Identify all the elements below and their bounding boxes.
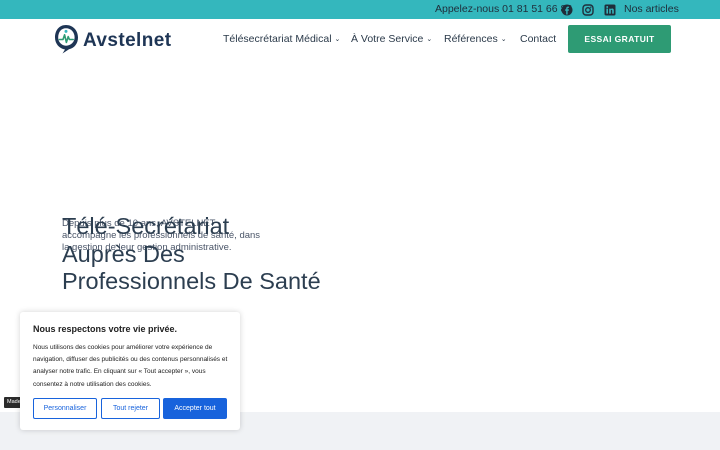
hero-title-line: Professionnels De Santé	[62, 268, 321, 294]
cookie-consent-banner: Nous respectons votre vie privée. Nous u…	[20, 312, 240, 430]
articles-link[interactable]: Nos articles	[624, 3, 679, 15]
reject-all-button[interactable]: Tout rejeter	[101, 398, 160, 419]
linkedin-icon[interactable]	[604, 3, 616, 16]
logo-text: Avstelnet	[83, 30, 172, 51]
logo[interactable]: Avstelnet	[52, 23, 182, 57]
nav-item-label: Télésecrétariat Médical	[223, 33, 332, 45]
site-header: Avstelnet Télésecrétariat Médical ⌄ À Vot…	[0, 19, 720, 60]
hero-title: Télé-Secrétariat Auprès Des Professionne…	[62, 213, 382, 296]
accept-all-button[interactable]: Accepter tout	[163, 398, 227, 419]
nav-item-telesecretariat[interactable]: Télésecrétariat Médical ⌄	[223, 33, 340, 45]
cookie-title: Nous respectons votre vie privée.	[33, 324, 178, 334]
nav-item-label: Contact	[520, 33, 557, 45]
nav-item-label: À Votre Service	[351, 33, 424, 45]
logo-mark-icon	[52, 23, 80, 55]
nav-item-service[interactable]: À Votre Service ⌄	[351, 33, 432, 45]
chevron-down-icon: ⌄	[426, 36, 433, 43]
free-trial-button[interactable]: ESSAI GRATUIT	[568, 25, 671, 53]
customize-button[interactable]: Personnaliser	[33, 398, 97, 419]
phone-link[interactable]: Appelez-nous 01 81 51 66 86	[435, 3, 572, 15]
facebook-icon[interactable]	[561, 3, 573, 16]
chevron-down-icon: ⌄	[500, 36, 507, 43]
instagram-icon[interactable]	[582, 3, 594, 16]
hero-title-line: Télé-Secrétariat	[62, 213, 230, 239]
chevron-down-icon: ⌄	[334, 36, 341, 43]
cookie-description: Nous utilisons des cookies pour améliore…	[33, 344, 228, 388]
nav-item-label: Références	[444, 33, 498, 45]
top-bar: Appelez-nous 01 81 51 66 86 Nos articles	[0, 0, 720, 19]
hero-title-line: Auprès Des	[62, 240, 185, 267]
nav-item-contact[interactable]: Contact	[520, 33, 556, 45]
nav-item-references[interactable]: Références ⌄	[444, 33, 507, 45]
